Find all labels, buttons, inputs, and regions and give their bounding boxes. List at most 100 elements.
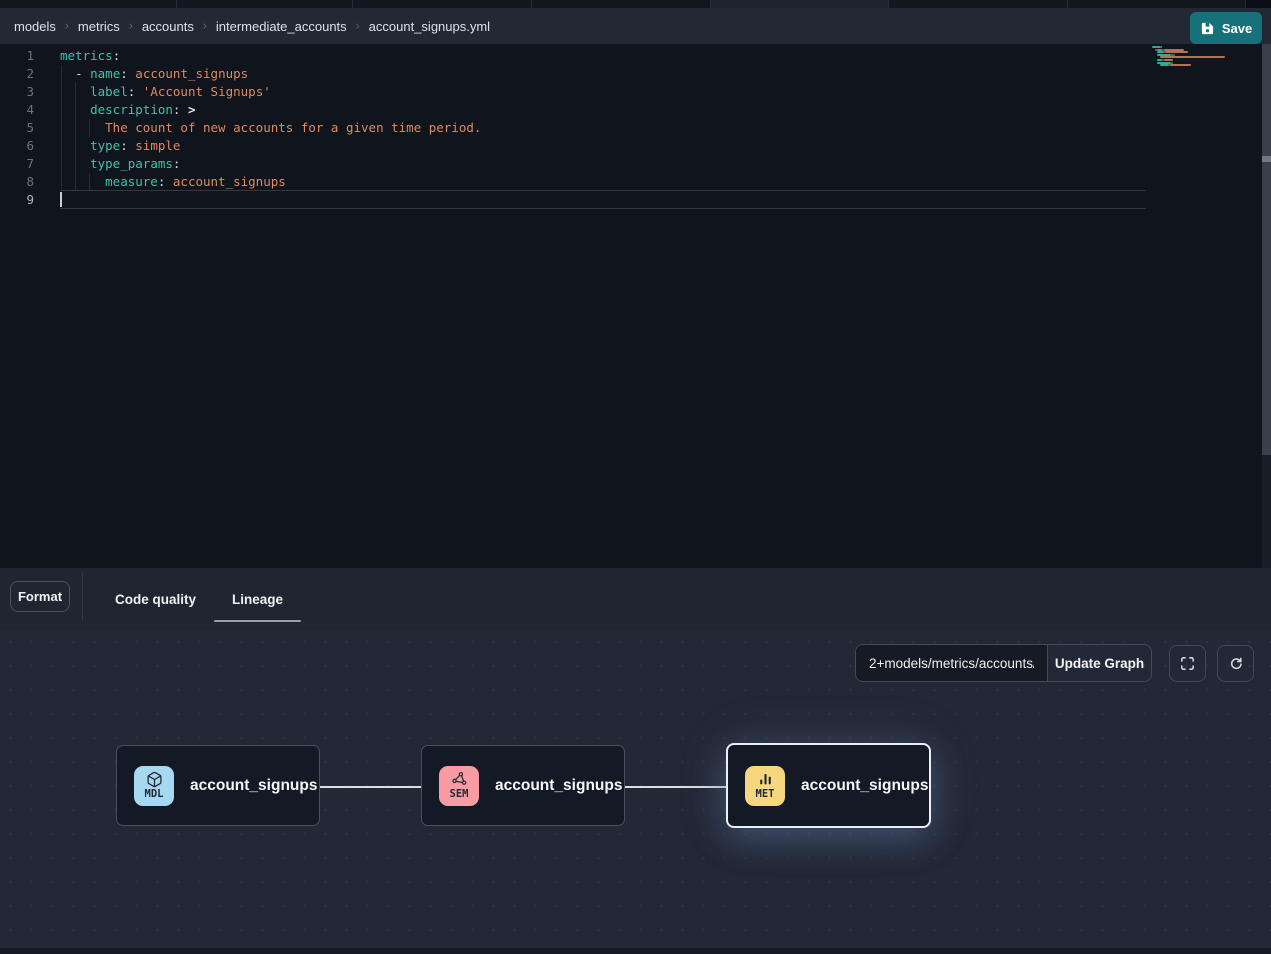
code-line: type: simple — [60, 137, 180, 155]
cube-icon — [146, 771, 163, 789]
lineage-node-sem[interactable]: SEM account_signups — [421, 745, 625, 826]
refresh-icon — [1227, 655, 1244, 672]
tab-label: Lineage — [232, 592, 283, 607]
window-tab[interactable] — [532, 0, 711, 8]
code-token — [60, 102, 90, 117]
code-token — [60, 66, 75, 81]
lineage-node-met[interactable]: MET account_signups — [726, 743, 931, 828]
code-line: measure: account_signups — [60, 173, 286, 191]
code-token: label — [90, 84, 128, 99]
line-number: 2 — [0, 65, 34, 83]
code-token: : — [113, 48, 121, 63]
scrollbar-cursor-marker — [1262, 156, 1271, 162]
update-graph-button[interactable]: Update Graph — [1048, 645, 1151, 681]
refresh-button[interactable] — [1217, 645, 1254, 682]
code-line: type_params: — [60, 155, 180, 173]
editor-scrollbar[interactable] — [1262, 44, 1271, 568]
fullscreen-button[interactable] — [1169, 645, 1206, 682]
line-number: 7 — [0, 155, 34, 173]
active-tab-underline — [214, 620, 301, 623]
window-tab[interactable] — [711, 0, 889, 8]
line-number: 4 — [0, 101, 34, 119]
window-tab-strip — [0, 0, 1271, 8]
breadcrumb-item[interactable]: account_signups.yml — [369, 19, 490, 34]
badge-label: SEM — [450, 789, 469, 800]
code-token: measure — [105, 174, 158, 189]
code-line: label: 'Account Signups' — [60, 83, 271, 101]
lineage-edge — [320, 786, 421, 788]
lineage-selector-input[interactable] — [856, 645, 1048, 681]
code-token: type — [90, 138, 120, 153]
minimap-line — [1152, 67, 1252, 69]
window-tab[interactable] — [177, 0, 353, 8]
save-button-label: Save — [1222, 21, 1252, 36]
format-button[interactable]: Format — [10, 581, 70, 612]
floppy-disk-icon — [1200, 21, 1215, 36]
scrollbar-thumb[interactable] — [1262, 44, 1271, 455]
badge-label: MET — [756, 789, 775, 800]
code-token: description — [90, 102, 173, 117]
lineage-selector-group: Update Graph — [855, 644, 1152, 682]
code-editor[interactable]: 123456789 metrics: - name: account_signu… — [0, 44, 1271, 568]
breadcrumb-item[interactable]: models — [14, 19, 56, 34]
tab-lineage[interactable]: Lineage — [214, 568, 301, 630]
chevron-right-icon: › — [203, 19, 207, 33]
window-tab[interactable] — [889, 0, 1068, 8]
breadcrumb-item[interactable]: metrics — [78, 19, 120, 34]
breadcrumb: models › metrics › accounts › intermediate_acc… — [14, 8, 490, 44]
sem-badge: SEM — [439, 766, 479, 806]
code-line: description: > — [60, 101, 196, 119]
code-token: simple — [128, 138, 181, 153]
node-label: account_signups — [495, 777, 622, 795]
save-button[interactable]: Save — [1190, 12, 1262, 44]
window-tab-strip-filler — [1246, 0, 1271, 8]
tab-code-quality[interactable]: Code quality — [97, 568, 214, 630]
mdl-badge: MDL — [134, 766, 174, 806]
line-number: 3 — [0, 83, 34, 101]
met-badge: MET — [745, 766, 785, 806]
code-token — [60, 120, 105, 135]
breadcrumb-item[interactable]: intermediate_accounts — [216, 19, 347, 34]
line-number: 1 — [0, 47, 34, 65]
window-tab[interactable] — [0, 0, 177, 8]
node-label: account_signups — [801, 777, 928, 795]
lineage-edge — [625, 786, 726, 788]
code-token: 'Account Signups' — [135, 84, 270, 99]
text-cursor — [60, 192, 62, 207]
code-token — [60, 174, 105, 189]
breadcrumb-item[interactable]: accounts — [142, 19, 194, 34]
code-line: metrics: — [60, 47, 120, 65]
code-token: metrics — [60, 48, 113, 63]
lineage-canvas[interactable]: Update Graph MDLacco — [0, 630, 1271, 948]
panel-divider — [82, 573, 83, 621]
code-token: - — [75, 66, 90, 81]
code-token — [60, 138, 90, 153]
lineage-node-mdl[interactable]: MDLaccount_signups — [116, 745, 320, 826]
code-token: type_params — [90, 156, 173, 171]
fullscreen-icon — [1179, 655, 1196, 672]
code-token: name — [90, 66, 120, 81]
bar-chart-icon — [757, 771, 774, 789]
window-tab[interactable] — [353, 0, 532, 8]
chevron-right-icon: › — [65, 19, 69, 33]
window-tab[interactable] — [1068, 0, 1246, 8]
tab-label: Code quality — [115, 592, 196, 607]
editor-minimap[interactable] — [1152, 46, 1252, 69]
code-token: : — [120, 138, 128, 153]
code-line: - name: account_signups — [60, 65, 248, 83]
panel-footer-strip — [0, 948, 1271, 954]
ide-window: models › metrics › accounts › intermediate_acc… — [0, 0, 1271, 954]
code-line: The count of new accounts for a given ti… — [60, 119, 481, 137]
code-token: account_signups — [128, 66, 248, 81]
code-token: > — [180, 102, 195, 117]
panel-tabs: Code quality Lineage — [97, 568, 301, 630]
code-token: account_signups — [165, 174, 285, 189]
line-number: 5 — [0, 119, 34, 137]
line-number: 8 — [0, 173, 34, 191]
code-token — [60, 84, 90, 99]
chevron-right-icon: › — [129, 19, 133, 33]
breadcrumb-bar: models › metrics › accounts › intermediate_acc… — [0, 8, 1271, 44]
code-token — [60, 156, 90, 171]
code-token: The count of new accounts for a given ti… — [105, 120, 481, 135]
chevron-right-icon: › — [356, 19, 360, 33]
